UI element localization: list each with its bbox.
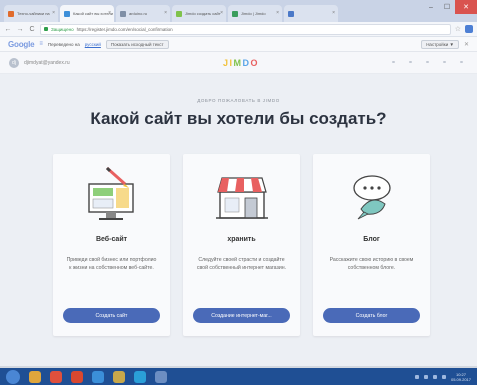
minimize-button[interactable]: – [423,0,439,14]
address-bar-row: ← → C Защищено https://register.jimdo.co… [0,22,477,37]
browser-tab-strip: Техно-чайники на × Какой сайт вы хотели × ar… [0,0,477,22]
tray-icon[interactable] [414,374,419,379]
url-field[interactable]: Защищено https://register.jimdo.com/en/s… [40,23,451,35]
header-dot[interactable] [392,61,395,63]
browser-tab[interactable]: Jimdo | Jimdo × [228,5,282,22]
tab-favicon-icon [288,10,294,17]
forward-button[interactable]: → [16,26,24,33]
header-dot[interactable] [443,61,446,63]
card-title: хранить [227,236,256,243]
lock-icon [44,27,48,31]
tab-close-icon[interactable]: × [52,10,55,16]
language-link[interactable]: русский [85,42,101,47]
avatar[interactable]: dj [9,57,19,68]
browser-tab[interactable]: Техно-чайники на × [4,5,58,22]
yandex-taskbar-icon[interactable] [71,370,83,383]
chat-bubble-icon [313,164,430,226]
browser-tab[interactable]: Какой сайт вы хотели × [60,5,114,22]
logo-letter: I [229,58,233,68]
card-title: Веб-сайт [95,236,128,243]
store-icon [183,164,300,226]
jimdo-logo[interactable]: J I M D O [223,58,258,68]
translate-icon: ≡ [39,41,43,47]
ie-taskbar-icon[interactable] [92,370,104,383]
tab-favicon-icon [64,10,70,17]
system-tray: 10:27 05.09.2017 [414,372,471,382]
show-original-button[interactable]: Показать исходный текст [105,39,169,49]
tab-label: Jimdo | Jimdo [241,11,266,16]
chrome-taskbar-icon[interactable] [50,370,62,383]
header-menu-dots [392,61,463,63]
windows-taskbar: 10:27 05.09.2017 [0,368,477,385]
header-dot[interactable] [460,61,463,63]
logo-letter: J [223,58,229,68]
page-title: Какой сайт вы хотели бы создать? [90,109,387,128]
start-button[interactable] [6,369,20,384]
translated-to-text: Переведено на [47,41,80,47]
header-dot[interactable] [426,61,429,63]
tab-close-icon[interactable]: × [276,10,279,16]
reload-button[interactable]: C [28,26,36,33]
card-blog[interactable]: Блог Расскажите свою историю в своем соб… [313,154,430,336]
translate-bar: Google ≡ Переведено на русский Показать … [0,37,477,52]
translate-options-button[interactable]: Настройки ▼ [421,39,459,49]
tray-icon[interactable] [423,374,428,379]
logo-letter: O [250,58,259,68]
tab-favicon-icon [120,10,126,17]
card-title: Блог [363,236,380,243]
tab-favicon-icon [8,10,14,17]
tab-close-icon[interactable]: × [332,10,335,16]
volume-icon[interactable] [441,374,446,379]
logo-letter: D [242,58,250,68]
network-icon[interactable] [432,374,437,379]
tab-close-icon[interactable]: × [220,10,223,16]
window-taskbar-icon[interactable] [155,370,167,383]
header-dot[interactable] [409,61,412,63]
create-blog-button[interactable]: Создать блог [323,308,420,323]
browser-tab[interactable]: Jimdo создать сайт × [172,5,226,22]
main-content: ДОБРО ПОЖАЛОВАТЬ В JIMDO Какой сайт вы х… [0,74,477,366]
card-website[interactable]: Веб-сайт Приведи свой бизнес или портфол… [53,154,170,336]
user-email[interactable]: djimdyat@yandex.ru [24,60,70,66]
tab-label: arduino.ru [129,11,148,16]
maximize-button[interactable]: ☐ [439,0,455,14]
browser-tab[interactable]: × [284,5,338,22]
clock-date: 05.09.2017 [450,376,471,382]
tab-favicon-icon [232,10,238,17]
card-store[interactable]: хранить Следуйте своей страсти и создайт… [183,154,300,336]
tab-favicon-icon [176,10,182,17]
website-icon [53,164,170,226]
url-text: https://register.jimdo.com/en/social_con… [76,26,173,32]
welcome-text: ДОБРО ПОЖАЛОВАТЬ В JIMDO [197,98,280,103]
back-button[interactable]: ← [4,26,12,33]
browser-tab[interactable]: arduino.ru × [116,5,170,22]
files-taskbar-icon[interactable] [113,370,125,383]
tab-close-icon[interactable]: × [108,10,111,16]
tab-label: Техно-чайники на [17,11,50,16]
create-store-button[interactable]: Создание интернет-маг... [193,308,290,323]
create-website-button[interactable]: Создать сайт [63,308,160,323]
bookmark-star-icon[interactable]: ☆ [455,25,461,33]
card-description: Приведи свой бизнес или портфолио к жизн… [66,257,157,271]
window-controls: – ☐ ✕ [423,0,477,14]
card-description: Следуйте своей страсти и создайте свой с… [196,257,287,271]
clock[interactable]: 10:27 05.09.2017 [451,372,471,382]
site-header: dj djimdyat@yandex.ru J I M D O [0,52,477,74]
close-window-button[interactable]: ✕ [455,0,477,14]
translate-close-icon[interactable]: ✕ [464,41,469,48]
extension-icon[interactable] [465,25,473,33]
skype-taskbar-icon[interactable] [134,370,146,383]
tab-label: Какой сайт вы хотели [73,11,113,16]
tab-close-icon[interactable]: × [164,10,167,16]
tab-label: Jimdo создать сайт [185,11,221,16]
secure-label: Защищено [51,26,74,32]
explorer-taskbar-icon[interactable] [29,370,41,383]
card-description: Расскажите свою историю в своем собствен… [329,257,414,271]
logo-letter: M [233,58,242,68]
google-logo: Google [8,39,35,49]
